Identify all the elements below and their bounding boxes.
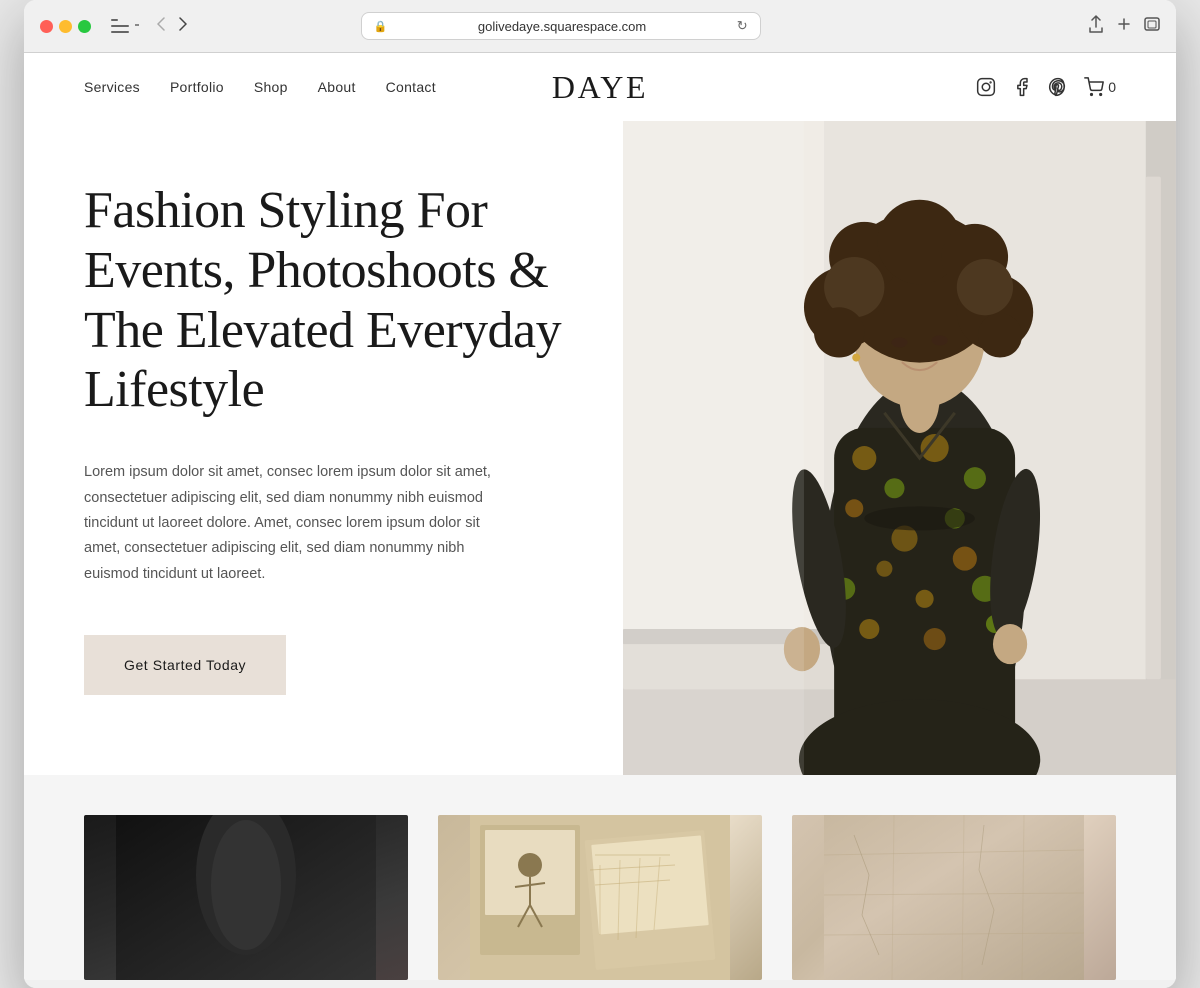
address-bar[interactable]: 🔒 golivedaye.squarespace.com ↻ <box>361 12 761 40</box>
close-button[interactable] <box>40 20 53 33</box>
pinterest-link[interactable] <box>1048 77 1068 97</box>
sidebar-toggle-icon <box>111 19 129 33</box>
lock-icon: 🔒 <box>374 20 388 33</box>
maximize-button[interactable] <box>78 20 91 33</box>
hero-section: Fashion Styling For Events, Photoshoots … <box>24 121 1176 775</box>
cart-icon[interactable]: 0 <box>1084 77 1116 97</box>
nav-portfolio[interactable]: Portfolio <box>170 79 224 95</box>
instagram-link[interactable] <box>976 77 996 97</box>
back-button[interactable] <box>153 15 169 37</box>
nav-shop[interactable]: Shop <box>254 79 288 95</box>
traffic-lights <box>40 20 91 33</box>
share-button[interactable] <box>1088 15 1104 38</box>
grid-image-1[interactable] <box>84 815 408 980</box>
site-header: Services Portfolio Shop About Contact DA… <box>24 53 1176 121</box>
grid-image-2[interactable] <box>438 815 762 980</box>
website-content: Services Portfolio Shop About Contact DA… <box>24 53 1176 980</box>
nav-about[interactable]: About <box>318 79 356 95</box>
browser-actions <box>1088 15 1160 38</box>
nav-services[interactable]: Services <box>84 79 140 95</box>
nav-right: 0 <box>976 77 1116 97</box>
tab-overview-button[interactable] <box>1144 17 1160 36</box>
hero-headline: Fashion Styling For Events, Photoshoots … <box>84 181 563 420</box>
url-text: golivedaye.squarespace.com <box>393 19 730 34</box>
chevron-down-icon <box>133 21 141 31</box>
browser-chrome: 🔒 golivedaye.squarespace.com ↻ <box>24 0 1176 53</box>
hero-description: Lorem ipsum dolor sit amet, consec lorem… <box>84 460 504 587</box>
hero-left: Fashion Styling For Events, Photoshoots … <box>24 121 623 775</box>
nav-contact[interactable]: Contact <box>386 79 436 95</box>
sidebar-toggle[interactable] <box>111 19 141 33</box>
minimize-button[interactable] <box>59 20 72 33</box>
browser-bottom-bar <box>24 980 1176 988</box>
hero-image-svg <box>623 121 1176 775</box>
hero-image <box>623 121 1176 775</box>
new-tab-button[interactable] <box>1116 16 1132 37</box>
cart-count: 0 <box>1108 79 1116 95</box>
cta-button[interactable]: Get Started Today <box>84 635 286 695</box>
forward-button[interactable] <box>175 15 191 37</box>
bottom-image-grid <box>24 775 1176 980</box>
grid-image-3[interactable] <box>792 815 1116 980</box>
facebook-link[interactable] <box>1012 77 1032 97</box>
site-logo[interactable]: DAYE <box>552 69 648 106</box>
nav-left: Services Portfolio Shop About Contact <box>84 79 436 95</box>
browser-window: 🔒 golivedaye.squarespace.com ↻ Services … <box>24 0 1176 988</box>
nav-arrows <box>153 15 191 37</box>
refresh-icon[interactable]: ↻ <box>737 18 748 34</box>
